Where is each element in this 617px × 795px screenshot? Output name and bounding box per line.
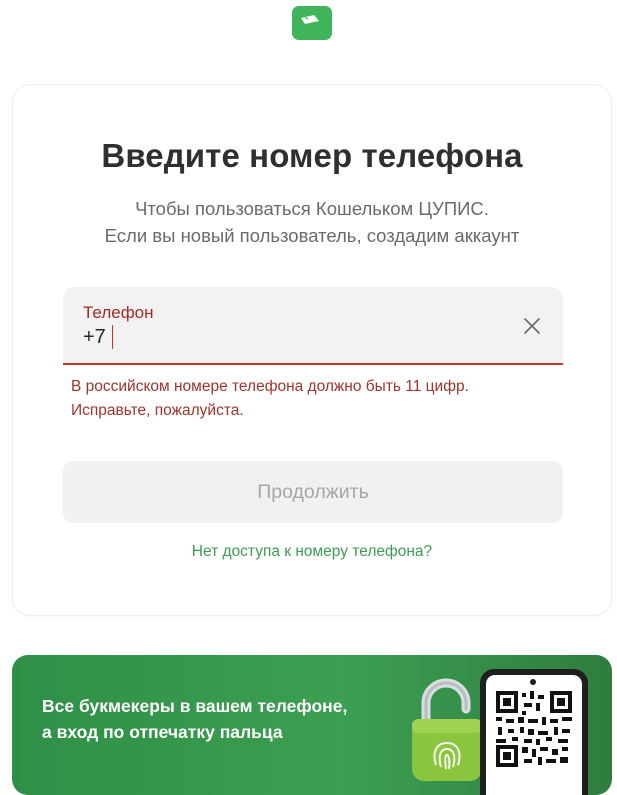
subtitle-line: Чтобы пользоваться Кошельком ЦУПИС. bbox=[135, 198, 489, 219]
error-line: В российском номере телефона должно быть… bbox=[71, 378, 469, 395]
qr-code-icon bbox=[496, 691, 572, 767]
promo-text: Все букмекеры в вашем телефоне, а вход п… bbox=[42, 693, 347, 745]
page-title: Введите номер телефона bbox=[101, 137, 523, 174]
clear-input-button[interactable] bbox=[521, 315, 543, 337]
text-caret bbox=[111, 325, 114, 349]
phone-error-message: В российском номере телефона должно быть… bbox=[71, 375, 469, 423]
promo-line: Все букмекеры в вашем телефоне, bbox=[42, 696, 348, 716]
phone-input-value[interactable]: +7 bbox=[83, 326, 106, 349]
continue-button[interactable]: Продолжить bbox=[63, 461, 563, 523]
wallet-logo-icon bbox=[292, 6, 332, 40]
phone-screen bbox=[486, 675, 582, 795]
phone-input[interactable]: +7 bbox=[83, 325, 114, 349]
close-icon[interactable] bbox=[521, 315, 543, 337]
page-subtitle: Чтобы пользоваться Кошельком ЦУПИС. Если… bbox=[13, 195, 611, 249]
no-phone-access-link[interactable]: Нет доступа к номеру телефона? bbox=[13, 543, 611, 561]
subtitle-line: Если вы новый пользователь, создадим акк… bbox=[104, 225, 520, 246]
login-card: Введите номер телефона Чтобы пользоватьс… bbox=[12, 84, 612, 616]
phone-field-label: Телефон bbox=[83, 303, 154, 322]
phone-illustration bbox=[480, 669, 588, 795]
error-line: Исправьте, пожалуйста. bbox=[71, 402, 244, 419]
phone-input-field[interactable]: Телефон +7 bbox=[63, 287, 563, 365]
promo-line: а вход по отпечатку пальца bbox=[42, 722, 283, 742]
fingerprint-lock-icon bbox=[412, 678, 482, 781]
phone-camera bbox=[530, 679, 536, 685]
promo-banner[interactable]: Все букмекеры в вашем телефоне, а вход п… bbox=[12, 655, 612, 795]
